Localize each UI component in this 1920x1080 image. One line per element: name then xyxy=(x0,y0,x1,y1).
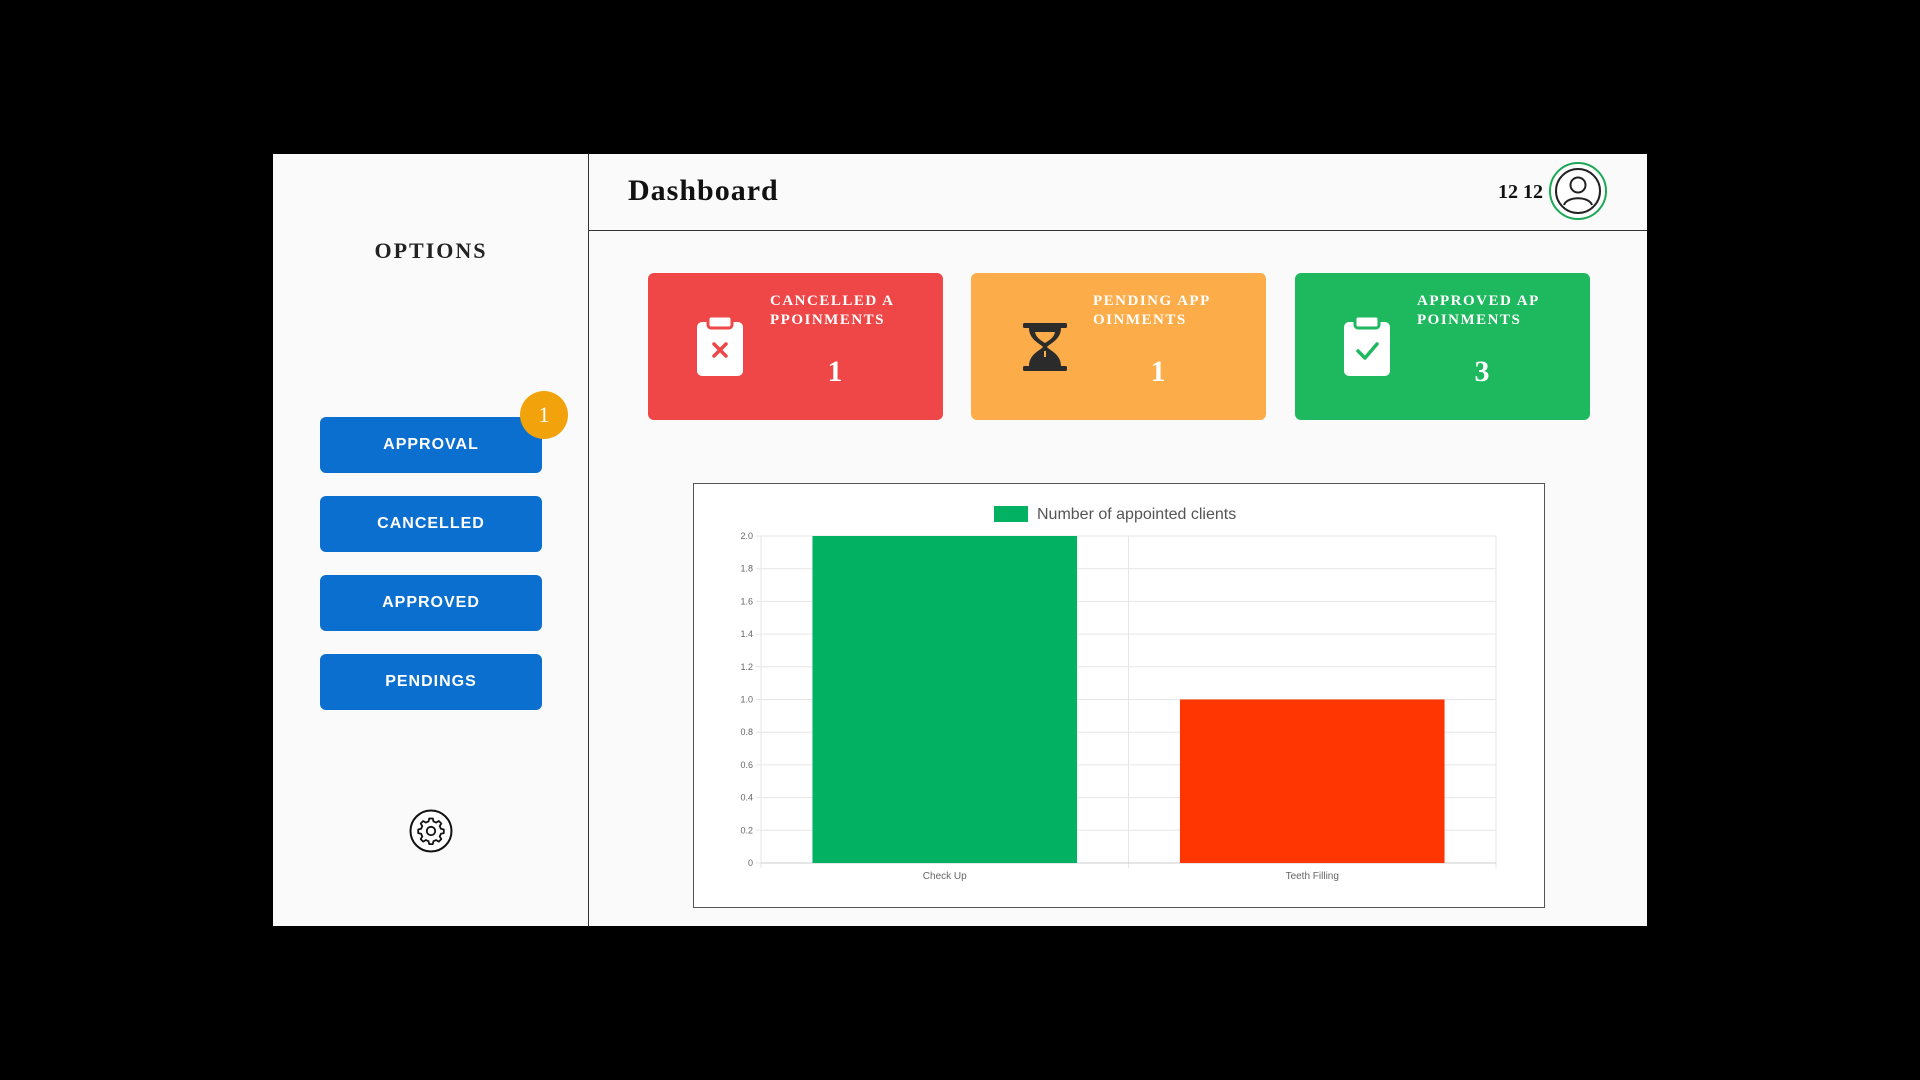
app-window: OPTIONS APPROVAL 1 CANCELLED APPROVED PE… xyxy=(273,154,1647,926)
card-value: 1 xyxy=(1150,355,1166,388)
approval-button[interactable]: APPROVAL xyxy=(320,417,542,473)
user-label: 12 12 xyxy=(1498,181,1543,203)
gear-icon xyxy=(409,809,453,853)
card-label: APPROVED APPOINMENTS xyxy=(1417,293,1540,328)
bar-chart: 0 0.2 0.4 0.6 0.8 1.0 1.2 1.4 1.6 1.8 2.0 Check Up T… xyxy=(740,506,1497,882)
hourglass-icon xyxy=(1023,323,1067,371)
y-tick-label: 0.4 xyxy=(740,793,753,803)
chart-panel: 0 0.2 0.4 0.6 0.8 1.0 1.2 1.4 1.6 1.8 2.0 Check Up T… xyxy=(693,483,1545,908)
y-tick-label: 2.0 xyxy=(740,531,753,541)
y-tick-label: 0.2 xyxy=(740,825,753,835)
y-tick-label: 1.2 xyxy=(740,662,753,672)
card-value: 1 xyxy=(827,355,843,388)
card-label: PENDING APPOINMENTS xyxy=(1093,293,1211,328)
cancelled-button[interactable]: CANCELLED xyxy=(320,496,542,552)
user-icon xyxy=(1555,168,1601,214)
header: Dashboard 12 12 xyxy=(589,154,1647,231)
clipboard-check-icon xyxy=(1344,314,1390,376)
y-tick-label: 0 xyxy=(748,858,753,868)
avatar[interactable] xyxy=(1549,162,1607,220)
card-value: 3 xyxy=(1474,355,1490,388)
approved-appointments-card: APPROVED APPOINMENTS 3 xyxy=(1295,273,1590,420)
y-tick-label: 1.4 xyxy=(740,629,753,639)
approved-button[interactable]: APPROVED xyxy=(320,575,542,631)
pending-appointments-card: PENDING APPOINMENTS 1 xyxy=(971,273,1266,420)
x-tick-label: Check Up xyxy=(923,871,967,882)
bar xyxy=(812,536,1078,863)
card-label: CANCELLED APPOINMENTS xyxy=(770,293,895,328)
y-tick-label: 1.8 xyxy=(740,564,753,574)
page-title: Dashboard xyxy=(628,174,779,207)
bar xyxy=(1179,699,1445,863)
y-tick-label: 0.6 xyxy=(740,760,753,770)
pendings-button[interactable]: PENDINGS xyxy=(320,654,542,710)
y-tick-label: 1.6 xyxy=(740,596,753,606)
y-tick-label: 0.8 xyxy=(740,727,753,737)
legend-swatch xyxy=(994,506,1028,522)
legend-label: Number of appointed clients xyxy=(1037,506,1236,523)
clipboard-x-icon xyxy=(697,314,743,376)
sidebar: OPTIONS APPROVAL 1 CANCELLED APPROVED PE… xyxy=(273,154,589,926)
cancelled-appointments-card: CANCELLED APPOINMENTS 1 xyxy=(648,273,943,420)
y-tick-label: 1.0 xyxy=(740,695,753,705)
settings-button[interactable] xyxy=(409,809,453,853)
sidebar-title: OPTIONS xyxy=(374,238,488,263)
x-tick-label: Teeth Filling xyxy=(1286,871,1339,882)
approval-count-badge: 1 xyxy=(520,391,568,439)
